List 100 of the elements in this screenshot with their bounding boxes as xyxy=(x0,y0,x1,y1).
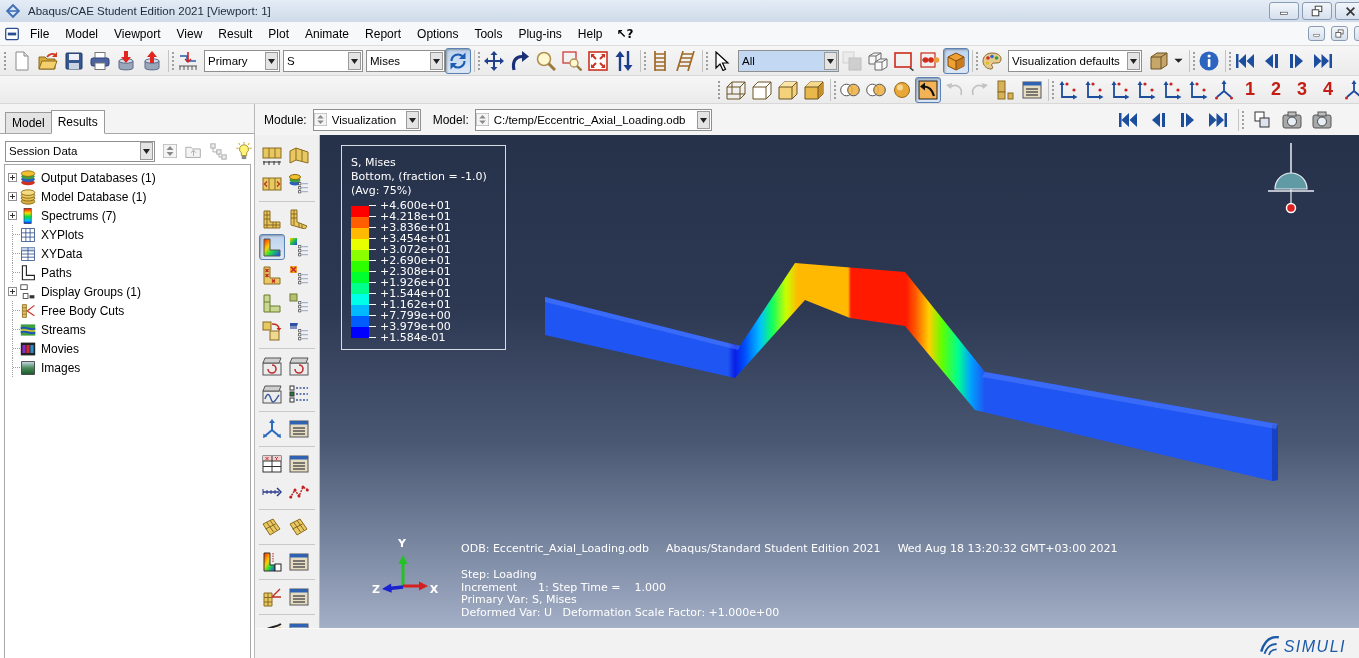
tile-sheet-icon[interactable] xyxy=(262,517,282,537)
tree-item[interactable]: Spectrums (7) xyxy=(41,208,117,223)
menu-item[interactable]: Plot xyxy=(260,26,297,41)
info-icon[interactable] xyxy=(1199,50,1219,71)
expand-icon[interactable] xyxy=(8,173,17,182)
menu-item[interactable]: Plug-ins xyxy=(510,26,570,41)
tree-item[interactable]: Free Body Cuts xyxy=(41,303,125,318)
fit-view-icon[interactable] xyxy=(588,50,608,71)
window-table-icon[interactable] xyxy=(289,419,309,439)
tree-item[interactable]: Display Groups (1) xyxy=(41,284,142,299)
layer-options-icon[interactable] xyxy=(289,321,309,341)
tree-item[interactable]: Movies xyxy=(41,341,79,356)
tree-item[interactable]: XYData xyxy=(41,246,83,261)
camera-icon[interactable] xyxy=(1312,109,1332,130)
saved-view-button[interactable]: 3 xyxy=(1289,77,1315,102)
axis-view-icon[interactable] xyxy=(1084,79,1104,100)
session-data-dropdown[interactable]: Session Data xyxy=(5,140,155,162)
minimize-button[interactable] xyxy=(1269,2,1299,20)
open-folder-icon[interactable] xyxy=(38,50,58,71)
slanted-ladder-icon[interactable] xyxy=(676,50,696,71)
axis-view-icon[interactable] xyxy=(1188,79,1208,100)
hidden-line-cube-icon[interactable] xyxy=(752,79,772,100)
animation-graph-icon[interactable] xyxy=(262,384,282,404)
symbol-options-icon[interactable] xyxy=(289,265,309,285)
menu-item[interactable]: File xyxy=(22,26,58,41)
node-chain-icon[interactable] xyxy=(920,50,940,71)
rotate-icon[interactable] xyxy=(510,50,530,71)
saved-view-button[interactable]: 2 xyxy=(1263,77,1289,102)
panel-tab[interactable]: Model xyxy=(5,112,52,133)
selection-filter-dropdown[interactable]: All xyxy=(738,49,839,72)
cube-icon[interactable] xyxy=(1149,50,1169,71)
saved-view-button[interactable]: 1 xyxy=(1237,77,1263,102)
window-menu-icon[interactable] xyxy=(5,26,19,41)
up-down-arrows-icon[interactable] xyxy=(614,50,634,71)
grid-arrows-icon[interactable] xyxy=(262,587,282,607)
tree-item[interactable]: Images xyxy=(41,360,81,375)
display-options-dropdown[interactable]: Visualization defaults xyxy=(1008,49,1142,72)
blocks-icon[interactable] xyxy=(996,79,1016,100)
restore-button[interactable] xyxy=(1302,2,1332,20)
tree-item[interactable]: Output Databases (1) xyxy=(41,170,156,185)
tile-sheet-icon[interactable] xyxy=(289,517,309,537)
tiles-arrow-icon[interactable] xyxy=(262,321,282,341)
pan-arrows-icon[interactable] xyxy=(484,50,504,71)
overlay-windows-icon[interactable] xyxy=(1252,109,1272,130)
menu-item[interactable]: Help xyxy=(569,26,611,41)
caret-icon[interactable] xyxy=(1174,56,1183,65)
box-zoom-icon[interactable] xyxy=(562,50,582,71)
iso-view-icon[interactable] xyxy=(1214,79,1234,100)
palette-icon[interactable] xyxy=(982,50,1002,71)
list-options-icon[interactable] xyxy=(289,384,309,404)
shaded-cube-icon[interactable] xyxy=(804,79,824,100)
material-options-icon[interactable] xyxy=(289,293,309,313)
menu-item[interactable]: Animate xyxy=(297,26,358,41)
tree-item[interactable]: Streams xyxy=(41,322,86,337)
axis-view-icon[interactable] xyxy=(1136,79,1156,100)
bracket-tiles-icon[interactable] xyxy=(262,174,282,194)
numbered-grid-icon[interactable] xyxy=(262,146,282,166)
output-type-dropdown[interactable]: Primary xyxy=(204,49,280,72)
print-icon[interactable] xyxy=(90,50,110,71)
animation-icon[interactable] xyxy=(289,356,309,376)
contour-plot-button[interactable] xyxy=(259,234,285,260)
cylinder-down-arrow-icon[interactable] xyxy=(116,50,136,71)
contour-options-icon[interactable] xyxy=(289,237,309,257)
window-table-icon[interactable] xyxy=(289,587,309,607)
tree-item[interactable]: Paths xyxy=(41,265,72,280)
window-table-icon[interactable] xyxy=(1022,79,1042,100)
pointer-icon[interactable] xyxy=(712,50,732,71)
tree-item[interactable]: Model Database (1) xyxy=(41,189,147,204)
triad-icon[interactable] xyxy=(262,419,282,439)
menu-item[interactable]: Options xyxy=(409,26,467,41)
menu-item[interactable]: Model xyxy=(57,26,107,41)
frame-selector-icon[interactable] xyxy=(178,50,198,71)
sphere-icon[interactable] xyxy=(892,79,912,100)
expand-icon[interactable] xyxy=(8,192,17,201)
lightbulb-icon[interactable] xyxy=(235,142,253,160)
saved-view-button[interactable]: 4 xyxy=(1315,77,1341,102)
material-plot-icon[interactable] xyxy=(262,293,282,313)
expand-icon[interactable] xyxy=(8,211,17,220)
whats-this-button[interactable]: ↖? xyxy=(610,26,640,41)
spin-arrows-icon[interactable] xyxy=(163,144,177,158)
menu-item[interactable]: Viewport xyxy=(106,26,169,41)
cylinder-up-arrow-icon[interactable] xyxy=(142,50,162,71)
bent-grid-icon[interactable] xyxy=(289,209,309,229)
window-table-icon[interactable] xyxy=(289,454,309,474)
axis-view-icon[interactable] xyxy=(1110,79,1130,100)
tree-item[interactable]: XYPlots xyxy=(41,227,84,242)
wireframe-cube-icon[interactable] xyxy=(726,79,746,100)
minimize-button[interactable] xyxy=(1308,26,1325,41)
axis-view-icon[interactable] xyxy=(1162,79,1182,100)
contour-l-icon[interactable] xyxy=(262,552,282,572)
numbered-tiles-icon[interactable] xyxy=(289,146,309,166)
camera-icon[interactable] xyxy=(1282,109,1302,130)
filled-cube-icon[interactable] xyxy=(778,79,798,100)
model-dropdown[interactable]: C:/temp/Eccentric_Axial_Loading.odb xyxy=(474,108,712,131)
close-button[interactable] xyxy=(1335,2,1359,20)
restore-button[interactable] xyxy=(1331,26,1348,41)
selection-rectangle-icon[interactable] xyxy=(894,50,914,71)
database-list-icon[interactable] xyxy=(289,174,309,194)
panel-tab[interactable]: Results xyxy=(50,110,105,134)
menu-item[interactable]: Tools xyxy=(466,26,511,41)
